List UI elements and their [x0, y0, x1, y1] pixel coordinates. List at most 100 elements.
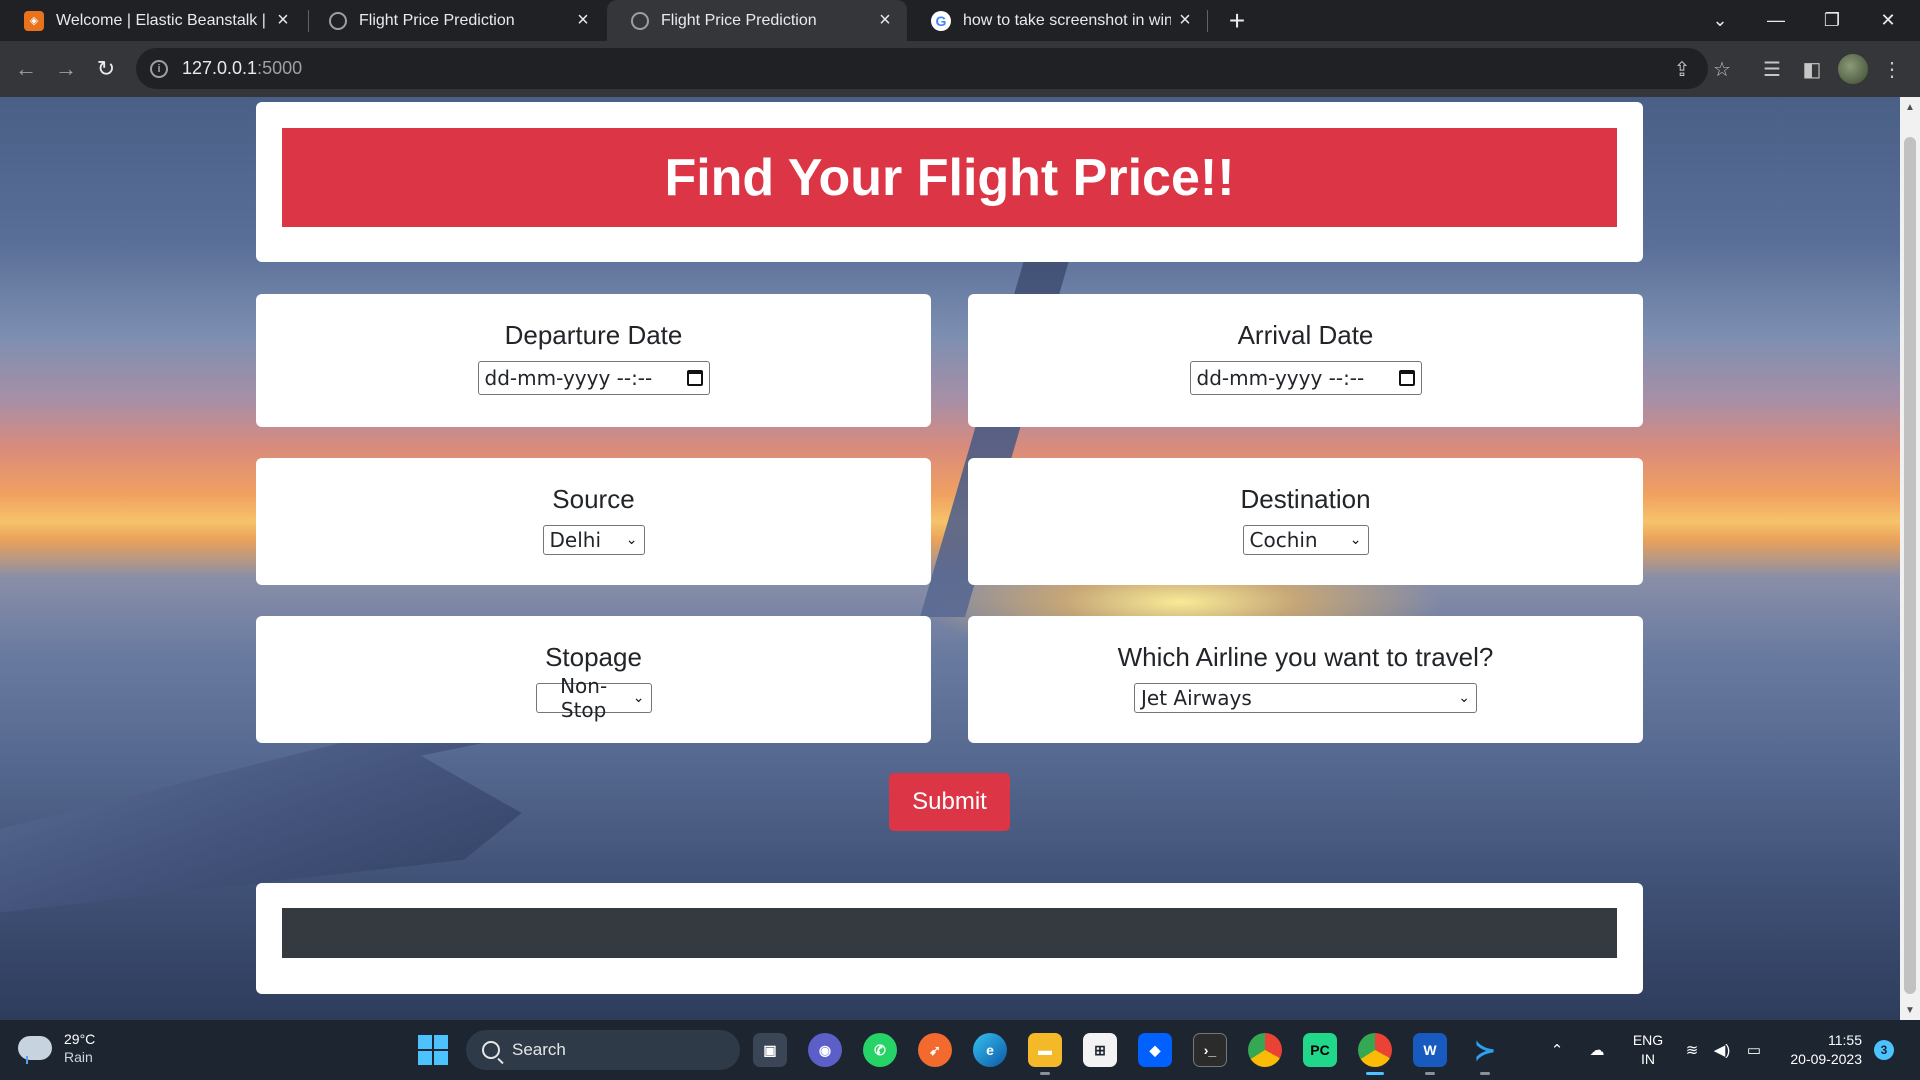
- tab-flight-price-1[interactable]: Flight Price Prediction ×: [305, 0, 605, 41]
- departure-date-input[interactable]: dd-mm-yyyy --:--: [477, 361, 710, 395]
- edge-browser-icon[interactable]: e: [973, 1033, 1007, 1067]
- chrome-profile-icon[interactable]: [1358, 1033, 1392, 1067]
- chevron-down-icon: ⌄: [632, 690, 645, 706]
- taskbar-search[interactable]: Search: [466, 1030, 740, 1070]
- language-code: ENG: [1632, 1032, 1664, 1048]
- profile-avatar[interactable]: [1838, 54, 1868, 84]
- notification-badge[interactable]: 3: [1874, 1040, 1894, 1060]
- file-explorer-icon[interactable]: ▬: [1028, 1033, 1062, 1067]
- tab-google-search[interactable]: G how to take screenshot in windo ×: [907, 0, 1207, 41]
- tab-flight-price-active[interactable]: Flight Price Prediction ×: [607, 0, 907, 41]
- destination-select[interactable]: Cochin ⌄: [1242, 525, 1369, 555]
- running-indicator: [1480, 1072, 1490, 1075]
- destination-label: Destination: [1240, 484, 1371, 514]
- forward-arrow-icon[interactable]: →: [48, 51, 84, 87]
- site-info-icon[interactable]: i: [150, 59, 168, 78]
- bookmark-star-icon[interactable]: ☆: [1708, 55, 1736, 83]
- running-indicator: [1425, 1072, 1435, 1075]
- page-scrollbar[interactable]: ▲ ▼: [1900, 97, 1920, 1020]
- taskbar-search-label: Search: [512, 1040, 566, 1059]
- scroll-down-arrow-icon[interactable]: ▼: [1900, 1000, 1920, 1020]
- language-indicator[interactable]: ENG IN: [1628, 1031, 1668, 1069]
- scroll-thumb[interactable]: [1904, 137, 1916, 994]
- share-icon[interactable]: ⇪: [1668, 55, 1696, 83]
- departure-date-label: Departure Date: [504, 320, 683, 350]
- page-viewport: Find Your Flight Price!! Departure Date …: [0, 97, 1900, 1020]
- tab-strip: ◈ Welcome | Elastic Beanstalk | eu- × Fl…: [0, 0, 1920, 41]
- reading-list-icon[interactable]: ☰: [1758, 55, 1786, 83]
- minimize-icon[interactable]: —: [1748, 0, 1804, 40]
- terminal-icon[interactable]: ›_: [1193, 1033, 1227, 1067]
- region-code: IN: [1641, 1051, 1655, 1067]
- chevron-down-icon: ⌄: [625, 532, 638, 548]
- postman-icon[interactable]: ➹: [918, 1033, 952, 1067]
- system-clock[interactable]: 11:55 20-09-2023: [1778, 1031, 1862, 1069]
- back-arrow-icon[interactable]: ←: [8, 51, 44, 87]
- word-icon[interactable]: W: [1413, 1033, 1447, 1067]
- close-tab-icon[interactable]: ×: [1171, 7, 1199, 35]
- source-card: Source Delhi ⌄: [256, 458, 931, 585]
- menu-kebab-icon[interactable]: ⋮: [1878, 55, 1906, 83]
- side-panel-icon[interactable]: ◧: [1798, 55, 1826, 83]
- close-tab-icon[interactable]: ×: [569, 7, 597, 35]
- reload-icon[interactable]: ↻: [88, 51, 124, 87]
- stopage-select[interactable]: Non-Stop ⌄: [535, 674, 652, 722]
- running-indicator: [1040, 1072, 1050, 1075]
- active-indicator: [1366, 1072, 1384, 1075]
- onedrive-cloud-icon[interactable]: ☁: [1582, 1020, 1612, 1080]
- url-host: 127.0.0.1: [182, 58, 258, 78]
- browser-toolbar: ← → ↻ i 127.0.0.1 :5000 ⇪ ☆ ☰ ◧ ⋮: [0, 41, 1920, 97]
- airline-select[interactable]: Jet Airways ⌄: [1134, 683, 1477, 713]
- google-icon: G: [931, 10, 951, 31]
- stopage-card: Stopage Non-Stop ⌄: [256, 616, 931, 743]
- pycharm-icon[interactable]: PC: [1303, 1033, 1337, 1067]
- scroll-up-arrow-icon[interactable]: ▲: [1900, 97, 1920, 117]
- airline-label: Which Airline you want to travel?: [1117, 642, 1494, 672]
- weather-widget[interactable]: 29°C Rain: [18, 1030, 95, 1066]
- battery-icon[interactable]: ▭: [1740, 1020, 1768, 1080]
- restore-icon[interactable]: ❐: [1804, 0, 1860, 40]
- submit-button[interactable]: Submit: [889, 773, 1010, 831]
- close-window-icon[interactable]: ✕: [1860, 0, 1916, 40]
- weather-condition: Rain: [64, 1049, 93, 1065]
- destination-value: Cochin: [1249, 528, 1318, 552]
- task-view-icon[interactable]: ▣: [753, 1033, 787, 1067]
- arrival-date-input[interactable]: dd-mm-yyyy --:--: [1189, 361, 1422, 395]
- tab-search-icon[interactable]: ⌄: [1692, 0, 1748, 40]
- dropbox-icon[interactable]: ◆: [1138, 1033, 1172, 1067]
- arrival-date-card: Arrival Date dd-mm-yyyy --:--: [968, 294, 1643, 427]
- source-select[interactable]: Delhi ⌄: [542, 525, 645, 555]
- windows-start-icon[interactable]: [418, 1035, 448, 1065]
- vscode-icon[interactable]: ≻: [1468, 1033, 1502, 1067]
- tab-title: how to take screenshot in windo: [963, 11, 1171, 29]
- wifi-icon[interactable]: ≋: [1678, 1020, 1706, 1080]
- teams-chat-icon[interactable]: ◉: [808, 1033, 842, 1067]
- stopage-label: Stopage: [545, 642, 642, 672]
- aws-icon: ◈: [24, 10, 44, 31]
- windows-taskbar: 29°C Rain Search ▣ ◉ ✆ ➹ e ▬ ⊞ ◆ ›_ PC W…: [0, 1020, 1920, 1080]
- source-label: Source: [552, 484, 635, 514]
- whatsapp-icon[interactable]: ✆: [863, 1033, 897, 1067]
- search-icon: [482, 1041, 500, 1059]
- url-port: :5000: [257, 58, 303, 78]
- result-card: [256, 883, 1643, 994]
- microsoft-store-icon[interactable]: ⊞: [1083, 1033, 1117, 1067]
- clock-time: 11:55: [1828, 1032, 1862, 1048]
- tab-title: Flight Price Prediction: [661, 11, 817, 29]
- volume-icon[interactable]: ◀): [1708, 1020, 1736, 1080]
- arrival-date-value: dd-mm-yyyy --:--: [1196, 366, 1365, 390]
- close-tab-icon[interactable]: ×: [269, 7, 297, 35]
- departure-date-value: dd-mm-yyyy --:--: [484, 366, 653, 390]
- departure-date-card: Departure Date dd-mm-yyyy --:--: [256, 294, 931, 427]
- chrome-icon[interactable]: [1248, 1033, 1282, 1067]
- chevron-up-icon[interactable]: ⌃: [1542, 1020, 1572, 1080]
- address-bar[interactable]: i 127.0.0.1 :5000: [136, 48, 1708, 89]
- calendar-icon[interactable]: [1398, 370, 1415, 386]
- globe-icon: [329, 11, 347, 30]
- tab-elastic-beanstalk[interactable]: ◈ Welcome | Elastic Beanstalk | eu- ×: [0, 0, 305, 41]
- page-title: Find Your Flight Price!!: [282, 128, 1617, 227]
- new-tab-button[interactable]: +: [1221, 5, 1253, 37]
- close-tab-icon[interactable]: ×: [871, 7, 899, 35]
- tab-title: Flight Price Prediction: [359, 11, 515, 29]
- calendar-icon[interactable]: [686, 370, 703, 386]
